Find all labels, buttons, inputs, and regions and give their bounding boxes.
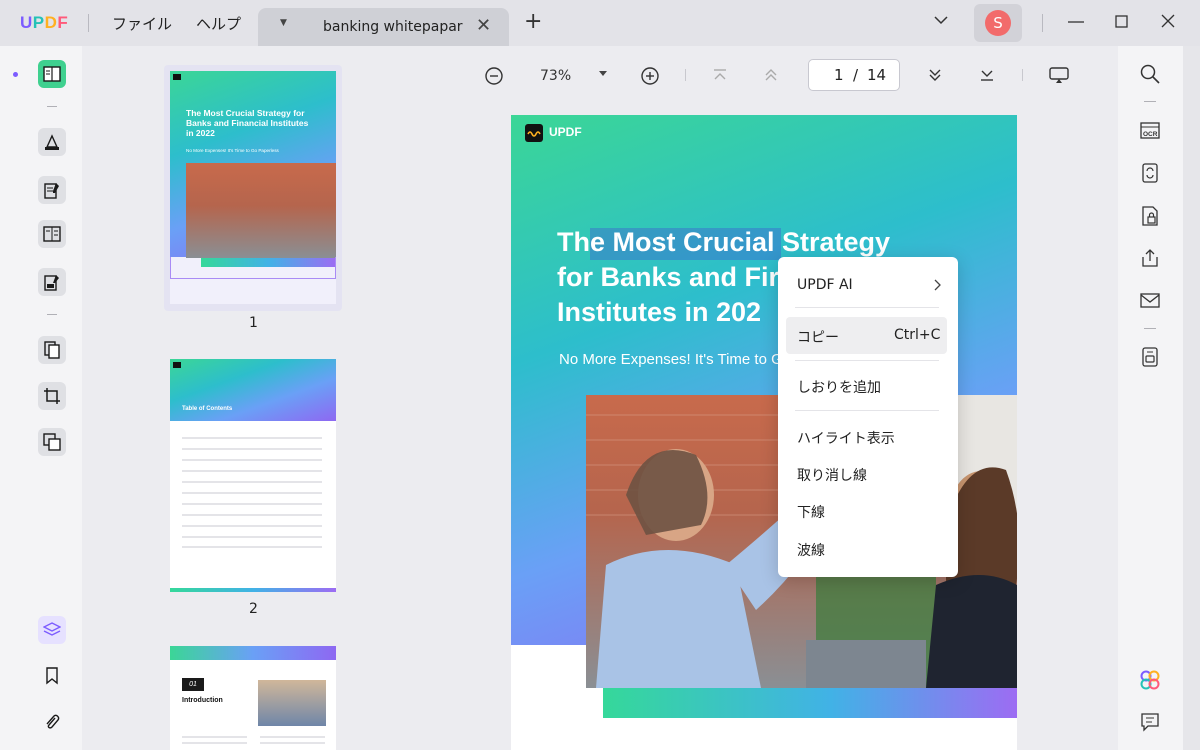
new-tab-button[interactable]: + — [524, 11, 542, 33]
cover-title-line-2[interactable]: for Banks and Fir — [557, 262, 779, 293]
chevron-right-icon — [933, 279, 941, 291]
share-icon[interactable] — [1140, 248, 1160, 268]
toolbar-divider — [1022, 69, 1023, 81]
tab-title: banking whitepapar — [323, 19, 463, 35]
menu-item-strikethrough[interactable]: 取り消し線 — [797, 465, 867, 485]
fill-sign-button[interactable] — [38, 268, 66, 296]
toolbar-divider — [685, 69, 686, 81]
tab-list-chevron-icon[interactable] — [933, 12, 949, 28]
thumbnail-label-1: 1 — [249, 315, 258, 331]
close-window-button[interactable] — [1160, 12, 1176, 32]
toc-title: Table of Contents — [182, 406, 233, 412]
tab-close-icon[interactable]: ✕ — [476, 15, 491, 36]
last-page-button[interactable] — [979, 66, 995, 84]
tool-divider — [47, 314, 57, 315]
cover-bottom-bar — [603, 688, 1017, 718]
protect-pdf-icon[interactable] — [1140, 206, 1160, 226]
zoom-dropdown-icon[interactable] — [598, 70, 608, 78]
tool-divider — [1144, 101, 1156, 102]
page-separator: / — [853, 66, 859, 84]
menu-item-updf-ai[interactable]: UPDF AI — [797, 277, 853, 293]
thumbnail-page-1[interactable]: The Most Crucial Strategy for Banks and … — [170, 71, 336, 304]
thumbnail-subtitle: No More Expenses! It's Time to Go Paperl… — [186, 148, 279, 153]
menu-help[interactable]: ヘルプ — [196, 13, 241, 34]
cover-title-line-3[interactable]: Institutes in 202 — [557, 297, 761, 328]
menu-item-copy[interactable]: コピー — [797, 327, 839, 347]
menu-item-underline[interactable]: 下線 — [797, 502, 825, 522]
updf-ai-icon[interactable] — [1140, 670, 1160, 690]
chapter-title: Introduction — [182, 697, 223, 704]
layers-button[interactable] — [38, 616, 66, 644]
cover-title-line-1[interactable]: The Most Crucial Strategy — [557, 227, 890, 258]
context-menu: UPDF AI コピー Ctrl+C しおりを追加 ハイライト表示 取り消し線 … — [778, 257, 958, 577]
zoom-level[interactable]: 73% — [540, 68, 571, 84]
menu-divider — [795, 410, 939, 411]
page-number-field[interactable]: 1 / 14 — [808, 59, 900, 91]
total-pages: 14 — [867, 66, 887, 84]
menu-divider — [795, 360, 939, 361]
next-page-button[interactable] — [927, 66, 943, 84]
edit-pdf-button[interactable] — [38, 176, 66, 204]
bookmark-icon[interactable] — [38, 662, 66, 690]
convert-button[interactable] — [38, 428, 66, 456]
toc-lines — [182, 437, 322, 548]
reader-mode-button[interactable] — [38, 60, 66, 88]
zoom-out-button[interactable] — [484, 66, 504, 86]
thumbnail-text-selection — [170, 257, 336, 279]
thumbnail-footer-bar — [170, 588, 336, 592]
attachment-icon[interactable] — [38, 708, 66, 736]
thumbnail-logo-icon — [173, 362, 181, 368]
updf-doc-logo-icon — [525, 124, 543, 142]
thumbnail-header-band — [170, 646, 336, 660]
first-page-button[interactable] — [712, 66, 728, 84]
right-toolbar — [1118, 46, 1183, 750]
thumbnail-logo-icon — [173, 74, 181, 80]
form-tool-button[interactable] — [38, 220, 66, 248]
copy-shortcut: Ctrl+C — [894, 327, 941, 343]
convert-pdf-icon[interactable] — [1140, 163, 1160, 183]
menu-item-add-bookmark[interactable]: しおりを追加 — [797, 377, 881, 397]
thumbnail-page-2[interactable]: Table of Contents — [170, 359, 336, 592]
save-icon[interactable] — [1140, 347, 1160, 367]
tool-divider — [47, 106, 57, 107]
thumbnail-label-2: 2 — [249, 601, 258, 617]
left-toolbar — [18, 46, 82, 750]
title-divider — [88, 14, 89, 32]
thumbnail-photo — [258, 680, 326, 726]
tool-divider — [1144, 328, 1156, 329]
title-divider — [1042, 14, 1043, 32]
email-icon[interactable] — [1140, 290, 1160, 310]
avatar[interactable]: S — [985, 10, 1011, 36]
doc-logo-text: UPDF — [549, 125, 582, 139]
menu-item-highlight[interactable]: ハイライト表示 — [797, 428, 895, 448]
current-page[interactable]: 1 — [834, 66, 844, 84]
updf-logo: UPDF — [20, 13, 69, 32]
comment-icon[interactable] — [1140, 712, 1160, 732]
menu-item-wavy-line[interactable]: 波線 — [797, 540, 825, 560]
maximize-button[interactable] — [1114, 12, 1130, 32]
cover-subtitle[interactable]: No More Expenses! It's Time to G — [559, 351, 783, 368]
menu-divider — [795, 307, 939, 308]
search-icon[interactable] — [1140, 64, 1160, 84]
previous-page-button[interactable] — [763, 66, 779, 84]
title-bar: UPDF ファイル ヘルプ ▼ banking whitepapar ✕ + S — [0, 0, 1200, 46]
menu-file[interactable]: ファイル — [112, 13, 172, 34]
document-tab[interactable]: ▼ banking whitepapar ✕ — [258, 8, 509, 46]
thumbnail-title: The Most Crucial Strategy for Banks and … — [186, 108, 309, 138]
highlight-tool-button[interactable] — [38, 128, 66, 156]
thumbnail-page-3[interactable]: 01 Introduction — [170, 646, 336, 750]
zoom-in-button[interactable] — [640, 66, 660, 86]
body-lines — [182, 736, 325, 744]
ocr-icon[interactable]: OCR — [1140, 120, 1160, 140]
tab-dropdown-icon[interactable]: ▼ — [280, 18, 287, 28]
presentation-mode-button[interactable] — [1048, 66, 1070, 84]
chapter-number: 01 — [182, 678, 204, 691]
thumbnail-photo — [186, 163, 336, 258]
minimize-button[interactable] — [1067, 12, 1085, 32]
svg-text:OCR: OCR — [1143, 131, 1158, 138]
crop-tool-button[interactable] — [38, 382, 66, 410]
organize-pages-button[interactable] — [38, 336, 66, 364]
